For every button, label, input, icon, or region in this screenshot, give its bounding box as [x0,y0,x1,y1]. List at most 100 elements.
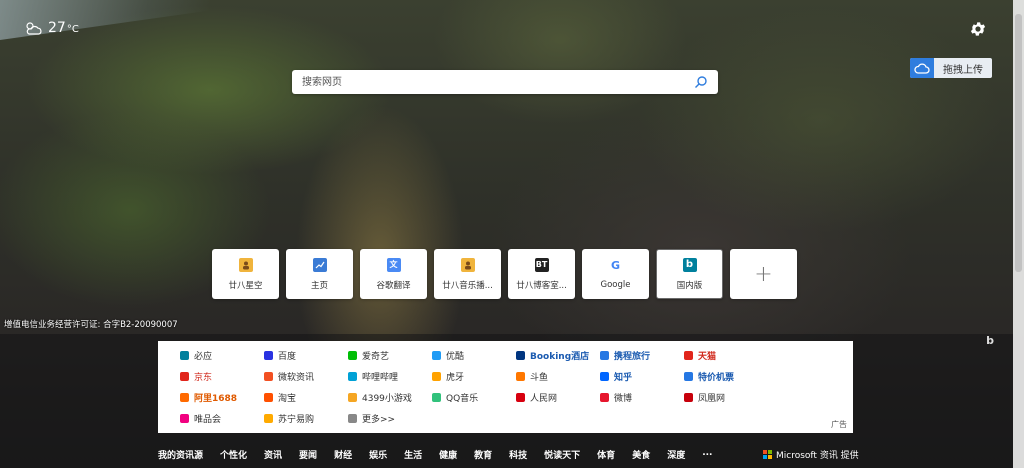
tile-label: 廿八音乐播... [442,280,493,291]
site-link-label: 淘宝 [278,394,297,404]
quick-links: 廿八星空 主页 文 谷歌翻译 廿八音乐播... BT 廿八博客室... G Go… [212,249,797,299]
nav-item[interactable]: 体育 [597,448,615,461]
nav-item[interactable]: 健康 [439,448,457,461]
tile-ershiba-music[interactable]: 廿八音乐播... [434,249,501,299]
search-box[interactable] [292,70,718,94]
site-link[interactable]: 微博 [600,387,684,408]
site-link-label: 苏宁易购 [278,415,315,425]
site-favicon-icon [516,393,525,402]
provider-credit[interactable]: Microsoft 资讯 提供 [763,448,859,461]
site-link[interactable]: 凤凰网 [684,387,768,408]
site-link-label: 斗鱼 [530,373,549,383]
site-link-label: 知乎 [614,373,633,383]
site-link-label: QQ音乐 [446,394,479,404]
site-link[interactable]: 人民网 [516,387,600,408]
bing-logo-icon[interactable]: b [980,334,1000,350]
nav-item[interactable]: 教育 [474,448,492,461]
tile-label: 谷歌翻译 [376,280,411,291]
tile-google[interactable]: G Google [582,249,649,299]
tile-ershiba-blog[interactable]: BT 廿八博客室... [508,249,575,299]
site-favicon-icon [264,351,273,360]
tile-label: 廿八星空 [228,280,263,291]
site-link[interactable]: 京东 [180,366,264,387]
tile-home[interactable]: 主页 [286,249,353,299]
site-link[interactable]: 必应 [180,345,264,366]
search-icon[interactable] [694,75,708,89]
site-link-label: 天猫 [698,352,717,362]
cloud-upload-icon [910,58,934,78]
tile-ershiba-xingkong[interactable]: 廿八星空 [212,249,279,299]
nav-item[interactable]: 娱乐 [369,448,387,461]
site-link[interactable]: 更多>> [348,408,432,429]
tile-label: 廿八博客室... [516,280,567,291]
drag-upload-button[interactable]: 拖拽上传 [910,58,992,78]
site-favicon-icon [684,393,693,402]
bing-icon: b [682,257,697,272]
site-link-label: 爱奇艺 [362,352,390,362]
site-link[interactable]: 阿里1688 [180,387,264,408]
site-favicon-icon [348,372,357,381]
nav-item[interactable]: 资讯 [264,448,282,461]
site-link[interactable]: 特价机票 [684,366,768,387]
site-link-label: 携程旅行 [614,352,651,362]
site-link[interactable]: 虎牙 [432,366,516,387]
settings-gear-icon[interactable] [969,20,987,38]
site-link[interactable]: 知乎 [600,366,684,387]
site-favicon-icon [348,351,357,360]
site-favicon-icon [180,393,189,402]
nav-item[interactable]: 深度 [667,448,685,461]
nav-item[interactable]: ... [702,448,712,461]
site-link-label: 4399小游戏 [362,394,412,404]
site-link-label: 微软资讯 [278,373,315,383]
nav-item[interactable]: 美食 [632,448,650,461]
site-link-label: Booking酒店 [530,352,590,362]
site-link[interactable]: 携程旅行 [600,345,684,366]
site-link-label: 人民网 [530,394,558,404]
nav-item[interactable]: 悦读天下 [544,448,580,461]
search-input[interactable] [300,75,694,89]
site-favicon-icon [264,393,273,402]
weather-unit: °C [66,24,79,35]
links-panel: 必应 百度 爱奇艺 优酷 Booking酒店 携程旅行 天猫京东 微软资讯 哔哩哔哩 虎牙 斗鱼 知乎… [158,341,853,433]
site-link[interactable]: 4399小游戏 [348,387,432,408]
site-link[interactable]: Booking酒店 [516,345,600,366]
site-link[interactable]: 爱奇艺 [348,345,432,366]
translate-icon: 文 [386,257,401,272]
site-link[interactable]: 天猫 [684,345,768,366]
site-link[interactable]: 苏宁易购 [264,408,348,429]
add-tile-button[interactable]: + [730,249,797,299]
site-link-label: 特价机票 [698,373,735,383]
nav-item[interactable]: 科技 [509,448,527,461]
nav-item[interactable]: 个性化 [220,448,247,461]
nav-item[interactable]: 要闻 [299,448,317,461]
site-link[interactable]: 淘宝 [264,387,348,408]
nav-item[interactable]: 财经 [334,448,352,461]
site-link[interactable]: 百度 [264,345,348,366]
tile-google-translate[interactable]: 文 谷歌翻译 [360,249,427,299]
scrollbar-thumb[interactable] [1015,14,1022,272]
site-link-label: 虎牙 [446,373,465,383]
site-favicon-icon [180,414,189,423]
weather-widget[interactable]: 27°C [24,20,79,36]
avatar-icon [460,257,475,272]
site-link[interactable]: 微软资讯 [264,366,348,387]
avatar-icon [238,257,253,272]
nav-item[interactable]: 我的资讯源 [158,448,203,461]
site-favicon-icon [600,372,609,381]
site-link-label: 京东 [194,373,213,383]
tile-label: 主页 [310,280,328,291]
site-favicon-icon [348,414,357,423]
license-text[interactable]: 增值电信业务经营许可证: 合字B2-20090007 [4,318,178,330]
site-link-label: 阿里1688 [194,394,238,404]
site-favicon-icon [264,414,273,423]
provider-label: Microsoft 资讯 提供 [776,451,859,461]
tile-label: Google [600,279,631,290]
site-link[interactable]: 优酷 [432,345,516,366]
tile-bing-cn[interactable]: b 国内版 [656,249,723,299]
site-link[interactable]: 唯品会 [180,408,264,429]
nav-item[interactable]: 生活 [404,448,422,461]
site-link[interactable]: 斗鱼 [516,366,600,387]
site-link[interactable]: QQ音乐 [432,387,516,408]
site-link[interactable]: 哔哩哔哩 [348,366,432,387]
scrollbar[interactable] [1013,0,1024,468]
